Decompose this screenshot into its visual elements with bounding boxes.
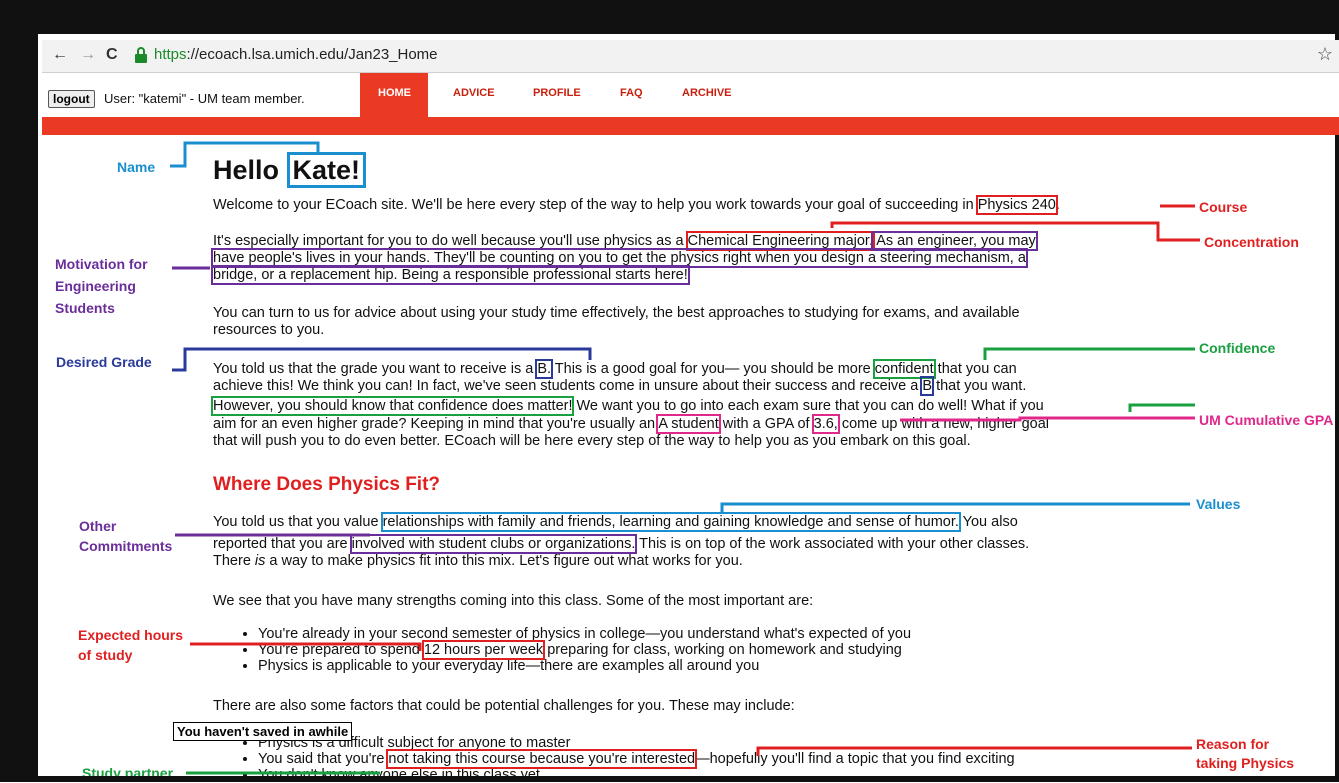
screen-frame-bottom [0,776,1339,782]
annotation-connectors [170,141,1200,775]
